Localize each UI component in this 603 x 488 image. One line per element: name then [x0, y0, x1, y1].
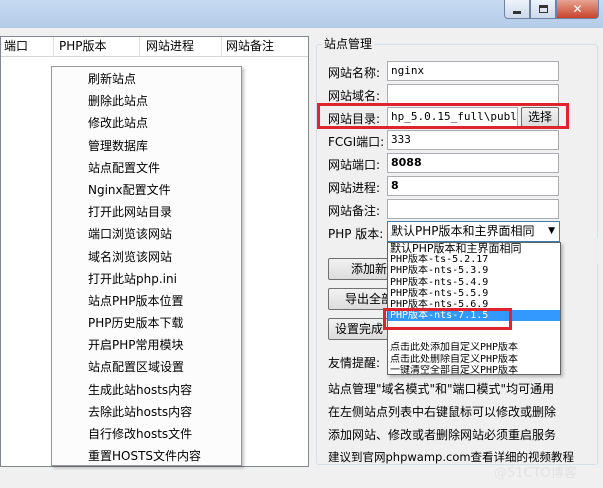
menu-item-manage-database[interactable]: 管理数据库 [52, 135, 241, 157]
menu-item-php-version-location[interactable]: 站点PHP版本位置 [52, 290, 241, 312]
menu-item-generate-hosts[interactable]: 生成此站hosts内容 [52, 379, 241, 401]
title-bar: ✕ [0, 0, 603, 28]
menu-item-edit-hosts-file[interactable]: 自行修改hosts文件 [52, 423, 241, 445]
site-name-field[interactable]: nginx [387, 61, 559, 81]
export-all-button[interactable]: 导出全部 [328, 288, 388, 310]
tip-line-3: 添加网站、修改或者删除网站必须重启服务 [328, 428, 557, 442]
close-icon[interactable]: ✕ [556, 0, 599, 19]
delete-custom-php-option[interactable]: 点击此处删除自定义PHP版本 [388, 354, 560, 365]
highlight-site-dir [317, 103, 569, 129]
menu-item-site-config-region[interactable]: 站点配置区域设置 [52, 356, 241, 378]
site-port-field[interactable]: 8088 [387, 153, 559, 173]
watermark-text: @51CTO博客 [494, 466, 577, 481]
menu-item-browse-by-domain[interactable]: 域名浏览该网站 [52, 246, 241, 268]
minimize-icon[interactable] [504, 0, 530, 19]
menu-item-delete-site[interactable]: 删除此站点 [52, 90, 241, 112]
add-custom-php-option[interactable]: 点击此处添加自定义PHP版本 [388, 342, 560, 353]
tips-label: 友情提醒: [328, 356, 381, 370]
menu-item-nginx-config-file[interactable]: Nginx配置文件 [52, 179, 241, 201]
menu-item-open-php-ini[interactable]: 打开此站php.ini [52, 268, 241, 290]
php-version-label: PHP 版本: [328, 227, 384, 241]
fcgi-port-label: FCGI端口: [328, 135, 385, 149]
menu-item-enable-php-modules[interactable]: 开启PHP常用模块 [52, 334, 241, 356]
close-glyph: ✕ [572, 2, 583, 16]
fcgi-port-field[interactable]: 333 [387, 130, 559, 150]
maximize-glyph [538, 5, 548, 13]
site-process-label: 网站进程: [328, 181, 381, 195]
menu-item-php-history-download[interactable]: PHP历史版本下载 [52, 312, 241, 334]
add-site-button[interactable]: 添加新 [328, 258, 388, 280]
domain-label: 网站域名: [328, 89, 381, 103]
php-option-5-2-17[interactable]: PHP版本-ts-5.2.17 [388, 254, 560, 265]
site-port-label: 网站端口: [328, 158, 381, 172]
column-header-php-version[interactable]: PHP版本 [54, 37, 140, 57]
right-scroll-stub [593, 238, 599, 264]
php-version-selected: 默认PHP版本和主界面相同 [391, 224, 535, 238]
menu-item-reset-hosts[interactable]: 重置HOSTS文件内容 [52, 445, 241, 465]
site-remark-field[interactable] [387, 199, 559, 219]
php-option-default[interactable]: 默认PHP版本和主界面相同 [388, 243, 560, 254]
site-list-header: 端口 PHP版本 网站进程 网站备注 [1, 37, 308, 57]
maximize-icon[interactable] [530, 0, 556, 19]
menu-item-refresh-site[interactable]: 刷新站点 [52, 68, 241, 90]
column-header-port[interactable]: 端口 [1, 37, 54, 57]
minimize-glyph [513, 10, 521, 14]
php-version-select[interactable]: 默认PHP版本和主界面相同 ▼ [387, 221, 560, 242]
domain-field[interactable] [387, 84, 559, 104]
menu-item-remove-hosts[interactable]: 去除此站hosts内容 [52, 401, 241, 423]
site-context-menu: 刷新站点 删除此站点 修改此站点 管理数据库 站点配置文件 Nginx配置文件 … [51, 66, 242, 466]
site-name-label: 网站名称: [328, 66, 381, 80]
menu-item-edit-site[interactable]: 修改此站点 [52, 112, 241, 134]
menu-item-browse-by-port[interactable]: 端口浏览该网站 [52, 223, 241, 245]
highlight-php-7-1-5 [383, 308, 512, 330]
menu-item-open-site-dir[interactable]: 打开此网站目录 [52, 201, 241, 223]
site-process-field[interactable]: 8 [387, 176, 559, 196]
column-header-site-process[interactable]: 网站进程 [140, 37, 222, 57]
php-option-5-5-9[interactable]: PHP版本-nts-5.5.9 [388, 288, 560, 299]
clear-custom-php-option[interactable]: 一键清空全部自定义PHP版本 [388, 365, 560, 374]
menu-item-site-config-file[interactable]: 站点配置文件 [52, 157, 241, 179]
site-remark-label: 网站备注: [328, 204, 381, 218]
php-option-5-4-9[interactable]: PHP版本-nts-5.4.9 [388, 277, 560, 288]
php-option-5-3-9[interactable]: PHP版本-nts-5.3.9 [388, 265, 560, 276]
tip-line-1: 站点管理"域名模式"和"端口模式"均可通用 [328, 382, 555, 396]
tip-line-2: 在左侧站点列表中右键鼠标可以修改或删除 [328, 405, 557, 419]
settings-done-button[interactable]: 设置完成 [328, 318, 388, 340]
column-header-site-remark[interactable]: 网站备注 [222, 37, 308, 57]
window-controls: ✕ [504, 0, 599, 19]
site-manage-title: 站点管理 [322, 35, 375, 52]
chevron-down-icon[interactable]: ▼ [548, 222, 555, 241]
